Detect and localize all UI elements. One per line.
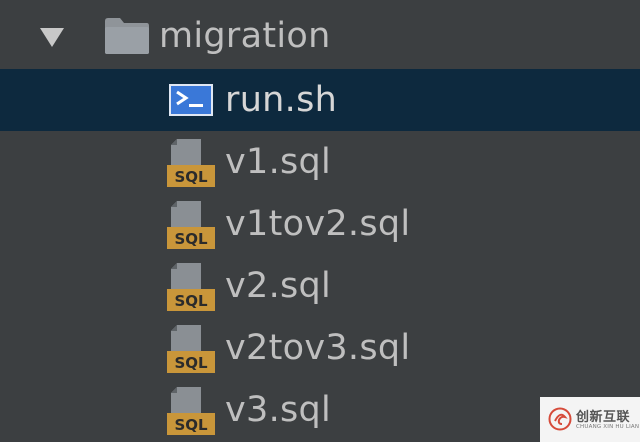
sql-file-icon: SQL: [167, 201, 215, 249]
tree-row-v2tov3-sql[interactable]: SQL v2tov3.sql: [0, 317, 640, 379]
sql-file-icon: SQL: [167, 139, 215, 187]
svg-text:SQL: SQL: [174, 354, 208, 372]
file-label: v2tov3.sql: [225, 328, 411, 368]
svg-text:SQL: SQL: [174, 168, 208, 186]
sql-file-icon: SQL: [167, 387, 215, 435]
svg-text:SQL: SQL: [174, 416, 208, 434]
tree-row-v1tov2-sql[interactable]: SQL v1tov2.sql: [0, 193, 640, 255]
shell-script-icon: [169, 84, 213, 116]
watermark: 创新互联 CHUANG XIN HU LIAN: [540, 397, 640, 442]
file-label: v1tov2.sql: [225, 204, 411, 244]
file-label: v3.sql: [225, 390, 332, 430]
sql-file-icon: SQL: [167, 263, 215, 311]
watermark-logo-icon: [548, 407, 572, 431]
project-tree: migration run.sh SQL v1.sql SQL v1tov2.s…: [0, 0, 640, 442]
file-label: v1.sql: [225, 142, 332, 182]
expand-arrow-icon[interactable]: [40, 28, 64, 47]
svg-text:SQL: SQL: [174, 230, 208, 248]
sql-file-icon: SQL: [167, 325, 215, 373]
folder-icon: [105, 18, 149, 54]
file-label: v2.sql: [225, 266, 332, 306]
svg-text:SQL: SQL: [174, 292, 208, 310]
watermark-text: 创新互联: [576, 410, 631, 425]
tree-row-v2-sql[interactable]: SQL v2.sql: [0, 255, 640, 317]
tree-row-v1-sql[interactable]: SQL v1.sql: [0, 131, 640, 193]
tree-row-run-sh[interactable]: run.sh: [0, 69, 640, 131]
file-label: run.sh: [225, 80, 338, 120]
tree-row-folder[interactable]: migration: [0, 0, 640, 62]
folder-label: migration: [159, 16, 331, 56]
watermark-subtext: CHUANG XIN HU LIAN: [576, 424, 640, 430]
